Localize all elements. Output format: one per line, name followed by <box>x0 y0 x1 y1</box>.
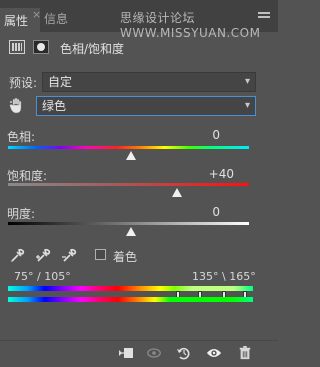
layer-mask-icon[interactable] <box>33 40 49 54</box>
channel-value: 绿色 <box>42 99 67 113</box>
trash-icon[interactable] <box>237 346 253 360</box>
hue-slider-track[interactable] <box>8 146 249 149</box>
clip-to-layer-icon[interactable] <box>118 346 134 360</box>
on-image-adjust-hand-icon[interactable] <box>9 98 23 114</box>
chevron-down-icon: ▾ <box>244 100 250 111</box>
saturation-slider-track[interactable] <box>8 183 249 186</box>
range-left-readout: 75° / 105° <box>14 270 71 283</box>
lightness-slider-track[interactable] <box>8 222 249 225</box>
hue-label: 色相: <box>7 130 36 144</box>
saturation-label: 饱和度: <box>7 169 48 183</box>
tab-info[interactable]: 信息 <box>40 8 68 32</box>
chevron-down-icon: ▾ <box>244 76 250 87</box>
watermark-text: 思缘设计论坛 WWW.MISSYUAN.COM <box>120 11 261 40</box>
hue-slider-thumb[interactable] <box>125 151 136 160</box>
eyedropper-add-icon[interactable] <box>35 248 51 264</box>
view-previous-state-icon[interactable] <box>146 346 162 360</box>
lightness-value[interactable]: 0 <box>180 205 220 219</box>
preset-label: 预设: <box>9 76 38 90</box>
saturation-value[interactable]: +40 <box>194 167 234 181</box>
adjustment-layer-icon[interactable] <box>9 40 25 54</box>
panel-menu-icon[interactable] <box>258 12 270 22</box>
hue-value[interactable]: 0 <box>180 128 220 142</box>
lightness-label: 明度: <box>7 207 36 221</box>
preset-dropdown[interactable]: 自定 ▾ <box>42 72 256 92</box>
range-right-readout: 135° \ 165° <box>192 270 256 283</box>
saturation-slider-thumb[interactable] <box>171 188 182 197</box>
color-range-bar-bottom <box>8 297 253 302</box>
colorize-label: 着色 <box>113 250 138 264</box>
colorize-checkbox[interactable] <box>95 249 106 260</box>
visibility-eye-icon[interactable] <box>206 346 222 360</box>
channel-dropdown[interactable]: 绿色 ▾ <box>36 96 256 116</box>
preset-value: 自定 <box>48 75 73 89</box>
reset-icon[interactable] <box>176 346 192 360</box>
eyedropper-subtract-icon[interactable] <box>61 248 77 264</box>
panel-title: 色相/饱和度 <box>60 42 125 56</box>
color-range-bar-top[interactable] <box>8 286 253 291</box>
lightness-slider-thumb[interactable] <box>125 227 136 236</box>
eyedropper-icon[interactable] <box>9 248 25 264</box>
